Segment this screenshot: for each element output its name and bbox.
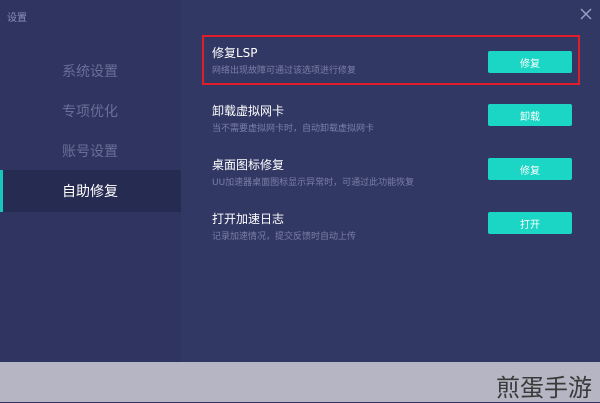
item-description: 当不需要虚拟网卡时，自动卸载虚拟网卡: [212, 124, 375, 134]
footer-banner: 煎蛋手游: [0, 362, 600, 402]
repair-item-desktop-icon: 桌面图标修复 UU加速器桌面图标显示异常时，可通过此功能恢复 修复: [181, 152, 600, 202]
sidebar-item-special-optimization[interactable]: 专项优化: [0, 91, 181, 131]
sidebar-item-system-settings[interactable]: 系统设置: [0, 51, 181, 91]
repair-item-virtual-nic: 卸载虚拟网卡 当不需要虚拟网卡时，自动卸载虚拟网卡 卸载: [181, 98, 600, 148]
close-icon[interactable]: [578, 6, 594, 22]
item-description: 记录加速情况，提交反馈时自动上传: [212, 232, 357, 242]
sidebar-item-label: 专项优化: [62, 104, 118, 120]
open-log-button[interactable]: 打开: [488, 212, 572, 234]
item-description: UU加速器桌面图标显示异常时，可通过此功能恢复: [212, 178, 415, 188]
sidebar-item-label: 自助修复: [62, 184, 118, 200]
sidebar-item-label: 系统设置: [62, 64, 118, 80]
watermark: 煎蛋手游: [496, 374, 592, 402]
sidebar-item-self-repair[interactable]: 自助修复: [0, 170, 181, 212]
repair-item-log: 打开加速日志 记录加速情况，提交反馈时自动上传 打开: [181, 206, 600, 256]
uninstall-virtual-nic-button[interactable]: 卸载: [488, 104, 572, 126]
item-title: 桌面图标修复: [212, 158, 285, 172]
sidebar: 设置 系统设置 专项优化 账号设置 自助修复: [0, 0, 181, 362]
highlight-box: [202, 35, 580, 85]
sidebar-item-account-settings[interactable]: 账号设置: [0, 131, 181, 171]
item-title: 卸载虚拟网卡: [212, 104, 285, 118]
sidebar-item-label: 账号设置: [62, 144, 118, 160]
settings-window: 设置 系统设置 专项优化 账号设置 自助修复 修复LSP 网络出现故障可通过该选…: [0, 0, 600, 362]
repair-desktop-icon-button[interactable]: 修复: [488, 158, 572, 180]
item-title: 打开加速日志: [212, 212, 285, 226]
window-title: 设置: [7, 13, 27, 24]
